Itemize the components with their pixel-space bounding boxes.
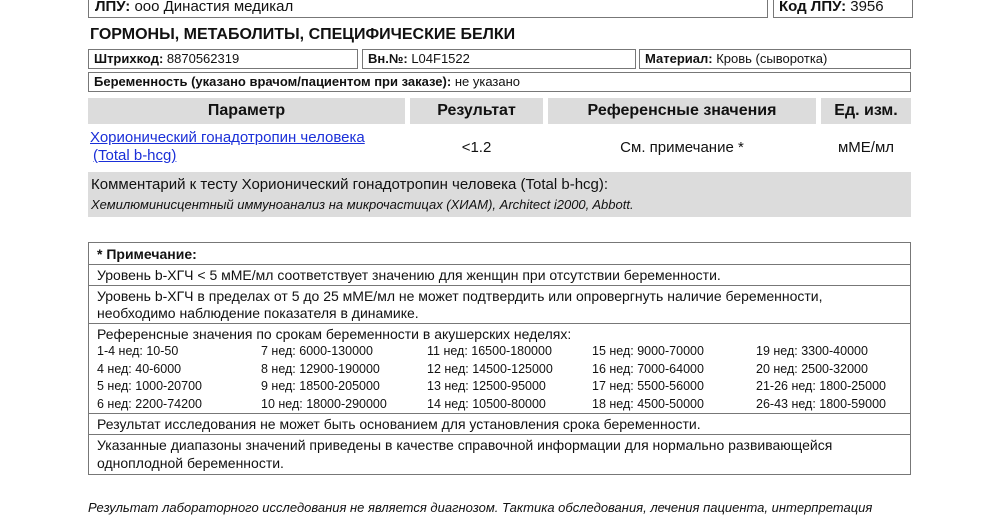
ref-cell: 26-43 нед: 1800-59000	[756, 396, 886, 411]
note-line-reference-info-1: Указанные диапазоны значений приведены в…	[97, 437, 833, 453]
material-label: Материал:	[645, 51, 713, 66]
material-value: Кровь (сыворотка)	[716, 51, 828, 66]
internal-number-value: L04F1522	[411, 51, 470, 66]
comment-method: Хемилюминисцентный иммуноанализ на микро…	[91, 197, 634, 212]
note-line-reference-info-2: одноплодной беременности.	[97, 455, 284, 471]
lpu-code-label: Код ЛПУ:	[779, 0, 847, 15]
internal-number-box: Вн.№: L04F1522	[362, 49, 636, 69]
parameter-link-line2[interactable]: (Total b-hcg)	[90, 147, 410, 165]
lpu-code-value: 3956	[850, 0, 884, 15]
reference-value: См. примечание *	[620, 139, 744, 156]
ref-cell: 1-4 нед: 10-50	[97, 344, 179, 358]
internal-number-label: Вн.№:	[368, 51, 408, 66]
parameter-link[interactable]: Хорионический гонадотропин человека (Tot…	[90, 129, 410, 165]
ref-cell: 19 нед: 3300-40000	[756, 344, 868, 358]
header-parameter: Параметр	[88, 98, 405, 124]
header-reference: Референсные значения	[548, 98, 816, 124]
note-line-uncertain-2: необходимо наблюдение показателя в динам…	[97, 305, 419, 321]
unit-value: мМЕ/мл	[837, 139, 895, 156]
header-result: Результат	[410, 98, 543, 124]
ref-grid: 1-4 нед: 10-50 7 нед: 6000-130000 11 нед: …	[89, 343, 910, 413]
lpu-box: ЛПУ: ооо Династия медикал	[88, 0, 768, 18]
ref-cell: 13 нед: 12500-95000	[427, 379, 546, 393]
ref-cell: 12 нед: 14500-125000	[427, 361, 553, 376]
barcode-box: Штрихкод: 8870562319	[88, 49, 358, 69]
lpu-code-box: Код ЛПУ: 3956	[773, 0, 913, 18]
ref-cell: 16 нед: 7000-64000	[592, 361, 704, 376]
parameter-link-line1[interactable]: Хорионический гонадотропин человека	[90, 129, 410, 147]
ref-cell: 6 нед: 2200-74200	[97, 396, 202, 411]
note-line-uncertain-1: Уровень b-ХГЧ в пределах от 5 до 25 мМЕ/…	[97, 288, 823, 304]
ref-cell: 11 нед: 16500-180000	[427, 344, 552, 358]
pregnancy-value: не указано	[454, 74, 521, 89]
note-line-not-basis: Результат исследования не может быть осн…	[97, 416, 701, 432]
ref-cell: 4 нед: 40-6000	[97, 361, 182, 376]
barcode-value: 8870562319	[166, 51, 240, 66]
ref-cell: 7 нед: 6000-130000	[261, 344, 373, 358]
comment-title: Комментарий к тесту Хорионический гонадо…	[91, 176, 609, 193]
lpu-label: ЛПУ:	[95, 0, 131, 15]
ref-cell: 18 нед: 4500-50000	[592, 396, 704, 411]
pregnancy-label: Беременность (указано врачом/пациентом п…	[94, 74, 452, 89]
comment-block: Комментарий к тесту Хорионический гонадо…	[88, 172, 911, 217]
ref-cell: 5 нед: 1000-20700	[97, 379, 202, 393]
header-unit: Ед. изм.	[821, 98, 911, 124]
ref-cell: 15 нед: 9000-70000	[592, 344, 704, 358]
section-title: ГОРМОНЫ, МЕТАБОЛИТЫ, СПЕЦИФИЧЕСКИЕ БЕЛКИ	[90, 26, 516, 43]
lpu-value: ооо Династия медикал	[134, 0, 294, 15]
ref-cell: 14 нед: 10500-80000	[427, 396, 546, 411]
pregnancy-box: Беременность (указано врачом/пациентом п…	[88, 72, 911, 92]
ref-title: Референсные значения по срокам беременно…	[97, 326, 572, 342]
ref-cell: 21-26 нед: 1800-25000	[756, 379, 886, 393]
note-line-normal: Уровень b-ХГЧ < 5 мМЕ/мл соответствует з…	[97, 267, 721, 283]
ref-cell: 9 нед: 18500-205000	[261, 379, 380, 393]
ref-cell: 10 нед: 18000-290000	[261, 396, 387, 411]
barcode-label: Штрихкод:	[94, 51, 164, 66]
note-box: * Примечание: Уровень b-ХГЧ < 5 мМЕ/мл с…	[88, 242, 911, 475]
note-title: * Примечание:	[97, 246, 197, 262]
ref-cell: 8 нед: 12900-190000	[261, 361, 380, 376]
ref-cell: 17 нед: 5500-56000	[592, 379, 704, 393]
ref-cell: 20 нед: 2500-32000	[756, 361, 868, 376]
result-value: <1.2	[461, 139, 492, 156]
material-box: Материал: Кровь (сыворотка)	[639, 49, 911, 69]
